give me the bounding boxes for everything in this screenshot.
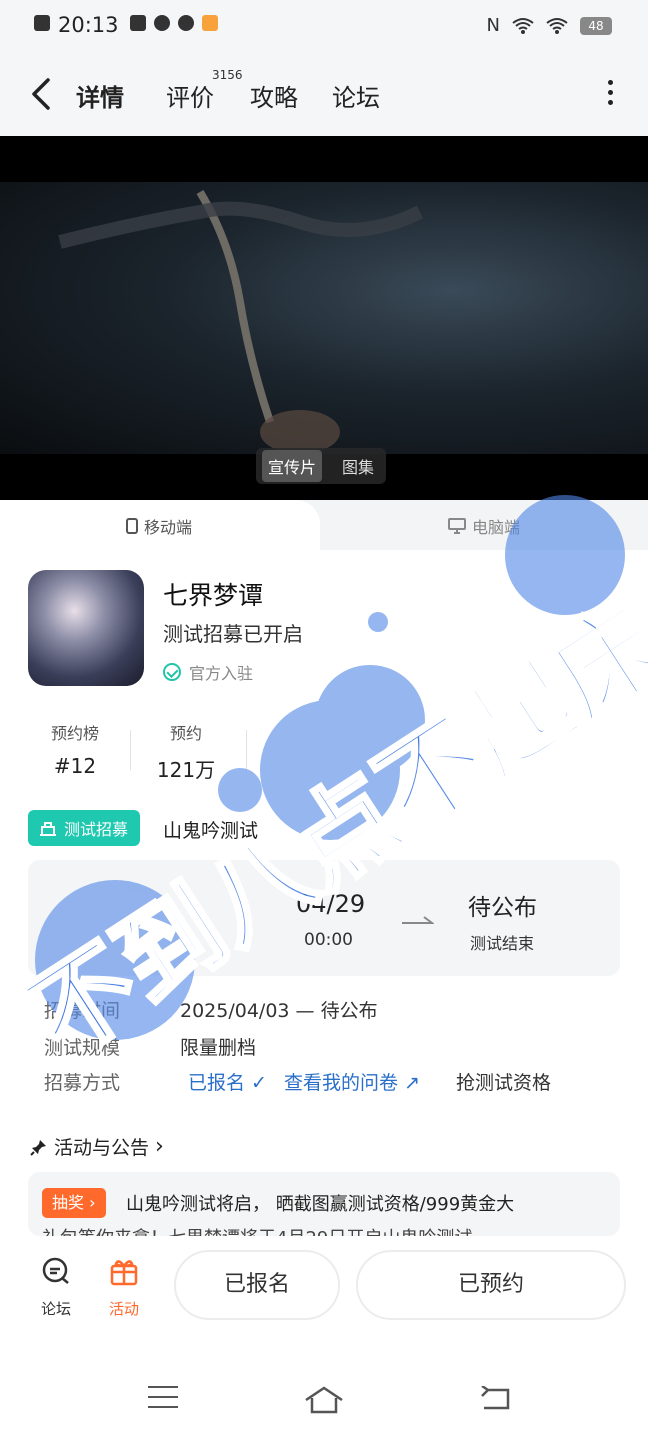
tab-guide[interactable]: 攻略: [250, 78, 298, 113]
tab-forum[interactable]: 论坛: [332, 78, 380, 113]
link-icon: [154, 15, 170, 31]
bottom-action-bar: 论坛 活动 已报名 已预约: [0, 1236, 648, 1340]
check-icon: ✓: [245, 1072, 267, 1094]
video-frame: [0, 182, 648, 454]
reserved-button[interactable]: 已预约: [356, 1250, 626, 1320]
top-nav: 详情 评价 3156 攻略 论坛: [0, 52, 648, 136]
platform-pc-label[interactable]: 电脑端: [448, 514, 520, 538]
external-link-icon: ↗: [398, 1072, 420, 1094]
tab-review[interactable]: 评价 3156: [166, 68, 243, 113]
activities-header[interactable]: 活动与公告 ›: [30, 1133, 164, 1160]
registered-button[interactable]: 已报名: [174, 1250, 340, 1320]
official-badge: 官方入驻: [163, 660, 253, 684]
activity-text: 山鬼吟测试将启， 晒截图赢测试资格/999黄金大: [126, 1194, 515, 1215]
video-artwork: [58, 189, 424, 454]
phone-icon: [126, 518, 138, 534]
back-icon[interactable]: [26, 74, 60, 114]
verified-icon: [163, 663, 181, 681]
back-nav-icon[interactable]: [478, 1386, 512, 1412]
tab-detail[interactable]: 详情: [74, 78, 126, 119]
questionnaire-text: 查看我的问卷: [284, 1072, 399, 1094]
stat-rank-value: #12: [53, 754, 97, 778]
bottom-activity[interactable]: 活动: [94, 1256, 154, 1319]
check-icon: [178, 15, 194, 31]
forum-icon: [42, 1257, 69, 1284]
stat-reserve-label: 预约: [169, 724, 202, 743]
test-end-label: 测试结束: [470, 934, 535, 953]
info-label-test-scale: 测试规模: [44, 1037, 121, 1059]
platform-pc-text: 电脑端: [472, 518, 521, 537]
bottom-forum[interactable]: 论坛: [26, 1256, 86, 1319]
status-time: 20:13: [58, 13, 119, 37]
monitor-icon: [448, 518, 466, 534]
activity-text-line2: 礼包等你来拿！七界梦谭将于4月29日开启山鬼吟测试: [42, 1224, 472, 1236]
stat-divider: [130, 730, 131, 770]
more-icon[interactable]: [608, 80, 614, 108]
chevron-right-icon: ›: [155, 1134, 164, 1159]
pin-icon: [30, 1139, 46, 1156]
recent-apps-icon[interactable]: [148, 1386, 178, 1416]
bottom-activity-label: 活动: [108, 1300, 139, 1318]
activity-card[interactable]: 抽奖 › 山鬼吟测试将启， 晒截图赢测试资格/999黄金大 礼包等你来拿！七界梦…: [28, 1172, 620, 1236]
info-label-recruit-method: 招募方式: [44, 1072, 121, 1094]
status-right: N 48: [487, 15, 612, 36]
lottery-badge: 抽奖 ›: [42, 1188, 106, 1218]
recruit-badge-text: 测试招募: [64, 820, 129, 839]
status-bar: 20:13 N 48: [0, 0, 648, 52]
info-label-recruit-time: 招募时间: [44, 1000, 121, 1022]
system-nav-bar: [0, 1340, 648, 1440]
lottery-badge-text: 抽奖: [52, 1193, 85, 1212]
gallery-icon: [130, 15, 146, 31]
notification-icon: [34, 15, 50, 35]
official-text: 官方入驻: [189, 664, 254, 683]
game-icon[interactable]: [28, 570, 144, 686]
recruit-title: 山鬼吟测试: [163, 820, 259, 842]
info-value-test-scale: 限量删档: [180, 1037, 257, 1059]
test-start-time: 00:00: [304, 930, 353, 950]
game-status: 测试招募已开启: [163, 622, 303, 646]
view-questionnaire-link[interactable]: 查看我的问卷 ↗: [284, 1068, 420, 1095]
stat-divider: [246, 730, 247, 770]
activities-title: 活动与公告: [54, 1137, 150, 1159]
stat-reserve-value: 121万: [156, 758, 216, 782]
nfc-icon: N: [486, 15, 500, 36]
battery-icon: 48: [580, 16, 612, 35]
game-name: 七界梦谭: [163, 581, 264, 610]
test-start-date: 04/29: [296, 890, 366, 918]
signed-up-text: 已报名: [188, 1072, 246, 1094]
video-player[interactable]: 宣传片 图集: [0, 136, 648, 500]
platform-mobile-label[interactable]: 移动端: [126, 514, 192, 538]
recruit-icon: [40, 822, 56, 836]
review-count-badge: 3156: [212, 68, 243, 82]
stat-rank-label: 预约榜: [50, 724, 99, 743]
media-tab-trailer[interactable]: 宣传片: [262, 450, 323, 482]
test-timeline: 04/29 00:00 待公布 测试结束: [28, 860, 620, 976]
signed-up-link[interactable]: 已报名 ✓: [188, 1068, 267, 1095]
wifi-icon-2: [546, 17, 568, 34]
arrow-right-icon: [402, 916, 434, 924]
media-tab-gallery[interactable]: 图集: [336, 450, 380, 482]
bottom-forum-label: 论坛: [40, 1300, 71, 1318]
grab-qualification-link[interactable]: 抢测试资格: [456, 1068, 551, 1095]
app-notification-icons: [130, 15, 218, 31]
platform-mobile-text: 移动端: [144, 518, 193, 537]
home-icon[interactable]: [302, 1384, 346, 1414]
app-icon: [202, 15, 218, 31]
recruit-badge: 测试招募: [28, 810, 141, 846]
stat-reserve: 预约 121万: [150, 720, 222, 783]
media-tabs: 宣传片 图集: [256, 448, 387, 484]
wifi-icon: [512, 17, 534, 34]
platform-tabs: 移动端 电脑端: [0, 500, 648, 550]
gift-icon: [110, 1260, 138, 1286]
test-end-value: 待公布: [468, 895, 537, 921]
tab-review-label: 评价: [166, 84, 214, 112]
stats-row: 预约榜 #12 预约 121万: [0, 720, 648, 783]
tab-detail-label: 详情: [76, 84, 124, 112]
stat-rank[interactable]: 预约榜 #12: [40, 720, 110, 778]
info-value-recruit-time: 2025/04/03 — 待公布: [180, 1000, 378, 1022]
